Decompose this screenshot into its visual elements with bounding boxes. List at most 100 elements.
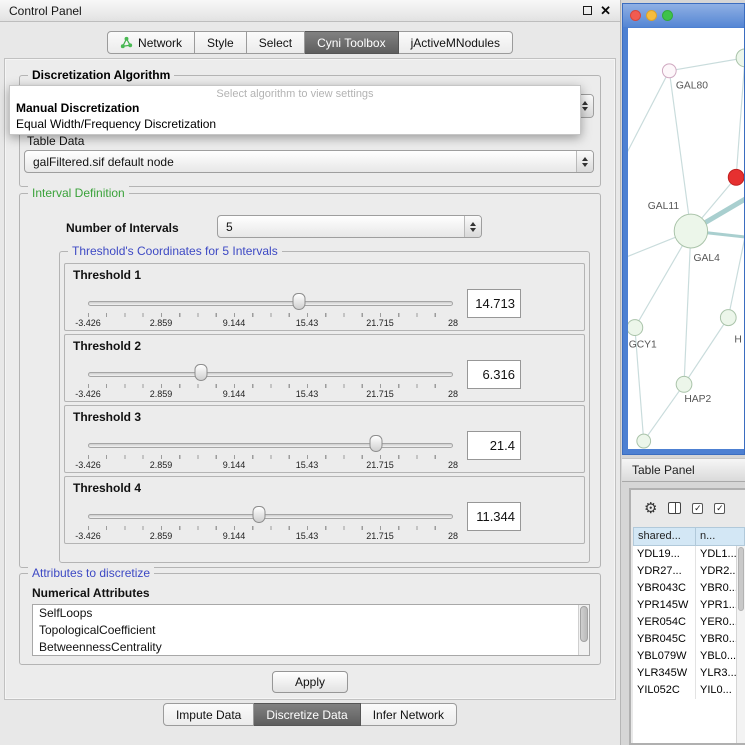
threshold-label: Threshold 4 — [73, 481, 141, 495]
tab-cyni-toolbox[interactable]: Cyni Toolbox — [305, 31, 398, 54]
threshold-value-field[interactable]: 14.713 — [467, 289, 521, 318]
network-node[interactable] — [674, 214, 707, 248]
threshold-value-field[interactable]: 11.344 — [467, 502, 521, 531]
tick-label: 9.144 — [223, 531, 246, 541]
close-icon[interactable]: ✕ — [600, 4, 611, 17]
network-node[interactable] — [728, 169, 744, 185]
list-item[interactable]: SelfLoops — [33, 605, 589, 622]
list-scrollbar[interactable] — [578, 605, 589, 655]
network-node[interactable] — [628, 320, 643, 336]
network-edge[interactable] — [684, 231, 691, 384]
threshold-value-field[interactable]: 6.316 — [467, 360, 521, 389]
scrollbar-thumb[interactable] — [738, 547, 744, 611]
number-of-intervals-select[interactable]: 5 — [217, 215, 482, 238]
table-row[interactable]: YER054CYER0... — [633, 614, 736, 631]
slider-thumb[interactable] — [370, 435, 383, 452]
slider-thumb[interactable] — [292, 293, 305, 310]
threshold-value-field[interactable]: 21.4 — [467, 431, 521, 460]
network-graph: GAL80GAL11GAL4GCY1HAP2H — [628, 28, 744, 449]
numerical-attributes-list[interactable]: SelfLoopsTopologicalCoefficientBetweenne… — [32, 604, 590, 656]
table-row[interactable]: YDR27...YDR2... — [633, 563, 736, 580]
dropdown-placeholder: Select algorithm to view settings — [10, 86, 580, 100]
columns-icon[interactable] — [668, 502, 681, 514]
threshold-slider[interactable]: -3.4262.8599.14415.4321.71528 — [88, 291, 453, 327]
table-row[interactable]: YLR345WYLR3... — [633, 665, 736, 682]
apply-button[interactable]: Apply — [272, 671, 348, 693]
tick-label: -3.426 — [75, 318, 101, 328]
threshold-label: Threshold 1 — [73, 268, 141, 282]
network-node-label: GCY1 — [629, 339, 657, 350]
tick-label: 2.859 — [150, 318, 173, 328]
tab-label: Select — [259, 36, 292, 50]
network-node[interactable] — [637, 434, 651, 448]
thresholds-group: Threshold's Coordinates for 5 Intervals … — [59, 251, 590, 563]
tab-jactivemnodules[interactable]: jActiveMNodules — [399, 31, 513, 54]
table-cell: YPR145W — [633, 597, 696, 614]
table-row[interactable]: YBL079WYBL0... — [633, 648, 736, 665]
group-title: Interval Definition — [28, 186, 129, 200]
slider-track[interactable] — [88, 443, 453, 448]
network-edge[interactable] — [728, 237, 744, 318]
network-node[interactable] — [676, 376, 692, 392]
slider-thumb[interactable] — [253, 506, 266, 523]
close-traffic-light-icon[interactable] — [630, 10, 641, 21]
table-row[interactable]: YPR145WYPR1... — [633, 597, 736, 614]
threshold-slider[interactable]: -3.4262.8599.14415.4321.71528 — [88, 433, 453, 469]
group-title: Discretization Algorithm — [28, 68, 174, 82]
control-panel-window: Control Panel ✕ NetworkStyle Select Cyni T… — [0, 0, 621, 745]
slider-track[interactable] — [88, 301, 453, 306]
tab-label: Cyni Toolbox — [317, 36, 385, 50]
threshold-slider[interactable]: -3.4262.8599.14415.4321.71528 — [88, 504, 453, 540]
float-window-icon[interactable] — [583, 6, 592, 15]
slider-track[interactable] — [88, 372, 453, 377]
network-node[interactable] — [662, 64, 676, 78]
network-edge[interactable] — [684, 318, 728, 385]
table-row[interactable]: YDL19...YDL1... — [633, 546, 736, 563]
list-item[interactable]: BetweennessCentrality — [33, 639, 589, 656]
table-row[interactable]: YBR045CYBR0... — [633, 631, 736, 648]
network-edge[interactable] — [669, 58, 744, 71]
table-header-row: shared... n... — [633, 527, 745, 546]
zoom-traffic-light-icon[interactable] — [662, 10, 673, 21]
tab-impute-data[interactable]: Impute Data — [163, 703, 254, 726]
tab-select[interactable]: Select — [247, 31, 305, 54]
slider-thumb[interactable] — [195, 364, 208, 381]
network-edge[interactable] — [644, 384, 684, 441]
control-panel-titlebar: Control Panel ✕ — [0, 0, 620, 22]
table-scrollbar[interactable] — [736, 546, 745, 743]
table-cell: YLR345W — [633, 665, 696, 682]
threshold-slider[interactable]: -3.4262.8599.14415.4321.71528 — [88, 362, 453, 398]
network-node[interactable] — [736, 49, 744, 67]
list-item[interactable]: TopologicalCoefficient — [33, 622, 589, 639]
combo-stepper-icon[interactable] — [576, 151, 593, 172]
dropdown-item-manual-discretization[interactable]: Manual Discretization — [10, 100, 580, 116]
gear-icon[interactable]: ⚙ — [644, 501, 657, 516]
table-cell: YIL052C — [633, 682, 696, 699]
threshold-label: Threshold 2 — [73, 339, 141, 353]
network-canvas[interactable]: GAL80GAL11GAL4GCY1HAP2H — [628, 28, 744, 449]
threshold-list: Threshold 1 -3.4262.8599.14415.4321.71528… — [64, 263, 585, 547]
network-window-titlebar[interactable] — [623, 4, 744, 27]
select-checkbox-icon[interactable]: ✓ — [714, 503, 725, 514]
tab-discretize-data[interactable]: Discretize Data — [254, 703, 360, 726]
scrollbar-thumb[interactable] — [580, 606, 588, 642]
tab-style[interactable]: Style — [195, 31, 247, 54]
column-header-shared-name[interactable]: shared... — [633, 527, 696, 546]
minimize-traffic-light-icon[interactable] — [646, 10, 657, 21]
table-row[interactable]: YIL052CYIL0... — [633, 682, 736, 699]
table-row[interactable]: YBR043CYBR0... — [633, 580, 736, 597]
table-data-select[interactable]: galFiltered.sif default node — [24, 150, 594, 173]
table-panel-window: ⚙ ✓ ✓ shared... n... YDL19...YDL1...YDR2… — [629, 488, 745, 745]
tab-infer-network[interactable]: Infer Network — [361, 703, 457, 726]
tick-label: 28 — [448, 460, 458, 470]
dropdown-item-equal-width-frequency[interactable]: Equal Width/Frequency Discretization — [10, 116, 580, 132]
tab-network[interactable]: Network — [107, 31, 195, 54]
slider-track[interactable] — [88, 514, 453, 519]
network-edge[interactable] — [628, 71, 669, 159]
network-edge[interactable] — [736, 58, 744, 177]
select-all-checkbox-icon[interactable]: ✓ — [692, 503, 703, 514]
network-node[interactable] — [720, 310, 736, 326]
column-header-name[interactable]: n... — [696, 527, 745, 546]
combo-stepper-icon[interactable] — [464, 216, 481, 237]
tick-label: 15.43 — [296, 531, 319, 541]
